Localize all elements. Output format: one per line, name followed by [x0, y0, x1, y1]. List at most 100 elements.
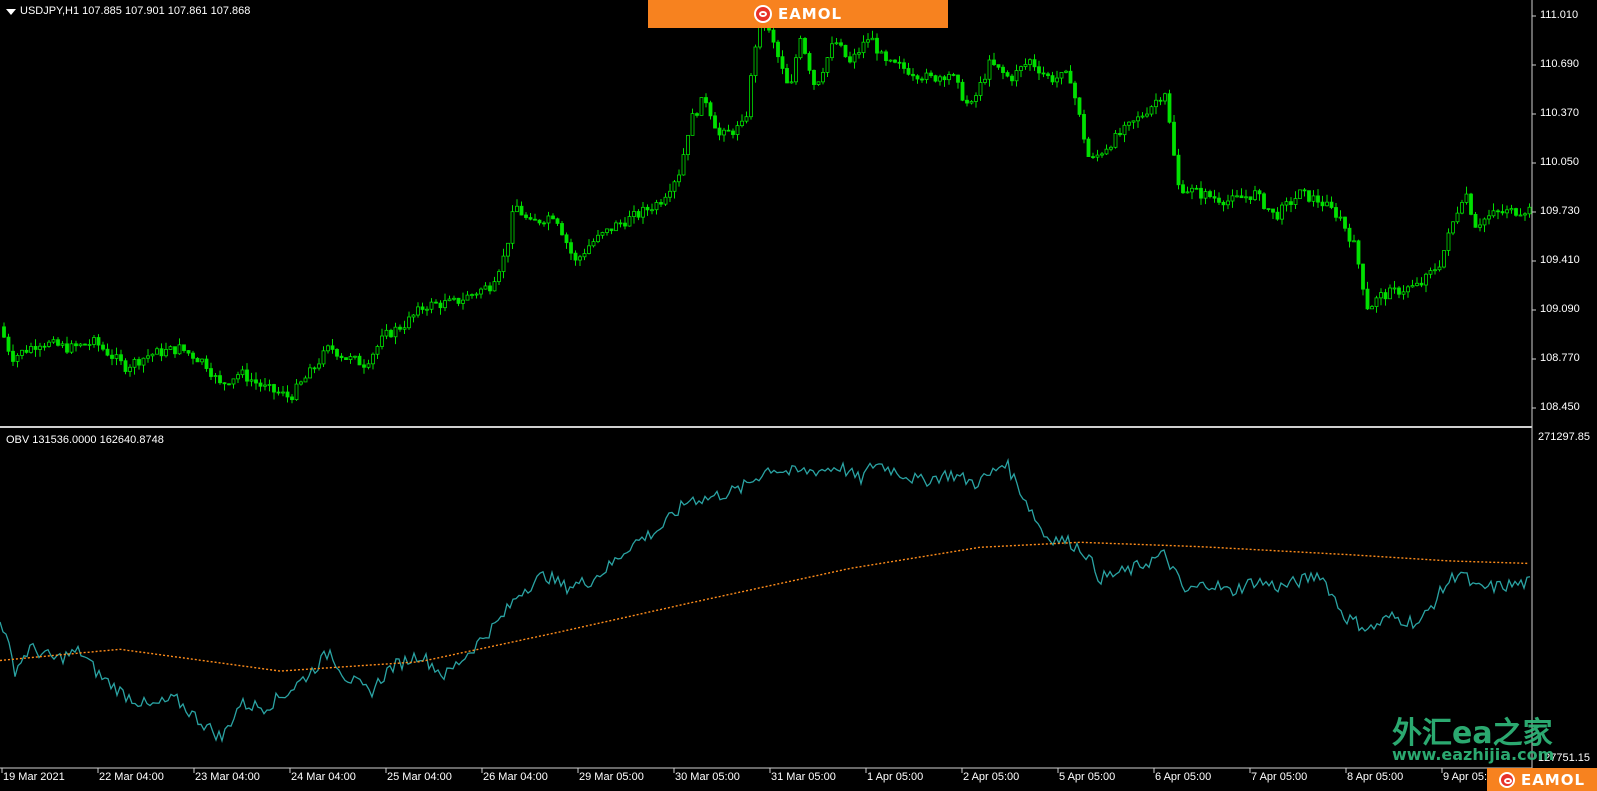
candle-body: [506, 242, 510, 257]
candle-body: [479, 288, 483, 295]
candle-body: [312, 367, 317, 370]
candle-body: [834, 42, 839, 45]
candle-body: [110, 354, 114, 359]
candle-body: [267, 384, 272, 386]
candle-body: [389, 329, 393, 338]
candle-body: [114, 354, 119, 359]
candle-body: [1136, 116, 1140, 122]
candle-body: [704, 97, 708, 104]
candle-body: [1496, 210, 1500, 213]
trading-chart[interactable]: [0, 0, 1597, 791]
time-label: 23 Mar 04:00: [195, 771, 260, 783]
candle-body: [870, 37, 875, 41]
candle-body: [1064, 70, 1068, 73]
candle-body: [155, 348, 159, 355]
time-label: 31 Mar 05:00: [771, 771, 836, 783]
candle-body: [1149, 106, 1154, 115]
candle-body: [771, 29, 776, 43]
candle-body: [807, 53, 812, 71]
candle-body: [299, 381, 303, 385]
candle-body: [1037, 66, 1041, 74]
candle-body: [533, 218, 537, 221]
candle-body: [1455, 212, 1460, 223]
candle-body: [1199, 187, 1203, 199]
candle-body: [150, 353, 155, 357]
candle-body: [789, 81, 794, 84]
candle-body: [146, 355, 150, 359]
candle-body: [128, 366, 132, 372]
candle-body: [1334, 207, 1338, 218]
candle-body: [1410, 285, 1415, 288]
price-label: 110.690: [1540, 58, 1579, 70]
candle-body: [969, 101, 974, 104]
candle-body: [1320, 201, 1325, 207]
candle-body: [141, 357, 146, 366]
bottom-logo-badge[interactable]: EAMOL: [1487, 768, 1597, 791]
candle-body: [1208, 191, 1212, 198]
time-label: 25 Mar 04:00: [387, 771, 452, 783]
candle-body: [375, 346, 380, 355]
collapse-triangle-icon[interactable]: [6, 9, 16, 15]
candle-body: [164, 349, 168, 357]
candle-body: [1460, 202, 1464, 214]
candle-body: [1284, 201, 1289, 206]
candle-body: [524, 214, 528, 218]
candle-body: [1482, 218, 1487, 226]
candle-body: [1271, 208, 1275, 213]
candle-body: [861, 41, 866, 54]
candle-body: [119, 354, 123, 362]
candle-body: [785, 68, 789, 84]
candle-body: [605, 228, 609, 233]
candle-body: [551, 215, 555, 220]
candle-body: [735, 125, 740, 135]
candle-body: [1100, 153, 1104, 156]
candle-body: [1167, 93, 1172, 123]
candle-body: [776, 41, 780, 58]
candle-body: [614, 222, 618, 232]
candle-body: [641, 206, 645, 218]
candle-body: [1212, 196, 1217, 199]
candle-body: [1217, 197, 1221, 203]
candle-body: [852, 53, 857, 63]
candle-body: [573, 252, 578, 261]
candle-body: [159, 348, 164, 357]
candle-body: [744, 116, 749, 122]
candle-body: [362, 364, 366, 368]
candle-body: [708, 102, 713, 117]
price-label: 109.410: [1540, 254, 1580, 266]
candle-body: [528, 217, 533, 220]
candle-body: [92, 337, 96, 345]
candle-body: [956, 74, 960, 83]
candle-body: [1424, 273, 1428, 286]
candle-body: [402, 327, 407, 330]
candle-body: [1226, 200, 1230, 206]
candle-body: [438, 302, 443, 309]
candle-body: [416, 306, 420, 316]
candle-body: [492, 281, 497, 292]
candle-body: [942, 76, 947, 81]
candle-body: [1379, 292, 1383, 299]
candle-body: [33, 346, 38, 350]
candle-body: [339, 355, 344, 359]
price-label: 110.370: [1540, 107, 1579, 119]
candle-body: [15, 355, 20, 362]
candle-body: [60, 343, 65, 346]
candle-body: [1248, 196, 1253, 200]
candle-body: [731, 130, 735, 135]
candle-body: [1293, 198, 1298, 205]
candle-body: [177, 344, 182, 355]
candle-body: [69, 343, 74, 353]
candle-body: [1374, 297, 1379, 307]
candle-body: [897, 61, 902, 64]
candle-body: [497, 271, 501, 283]
candle-body: [1185, 191, 1190, 194]
candle-body: [1338, 216, 1343, 219]
candle-body: [483, 285, 488, 290]
candle-body: [411, 314, 416, 318]
candle-body: [1298, 189, 1302, 199]
top-logo-badge[interactable]: EAMOL: [648, 0, 948, 28]
candle-body: [213, 375, 218, 377]
candle-body: [47, 341, 51, 347]
candle-body: [564, 234, 569, 244]
candle-body: [794, 57, 798, 83]
